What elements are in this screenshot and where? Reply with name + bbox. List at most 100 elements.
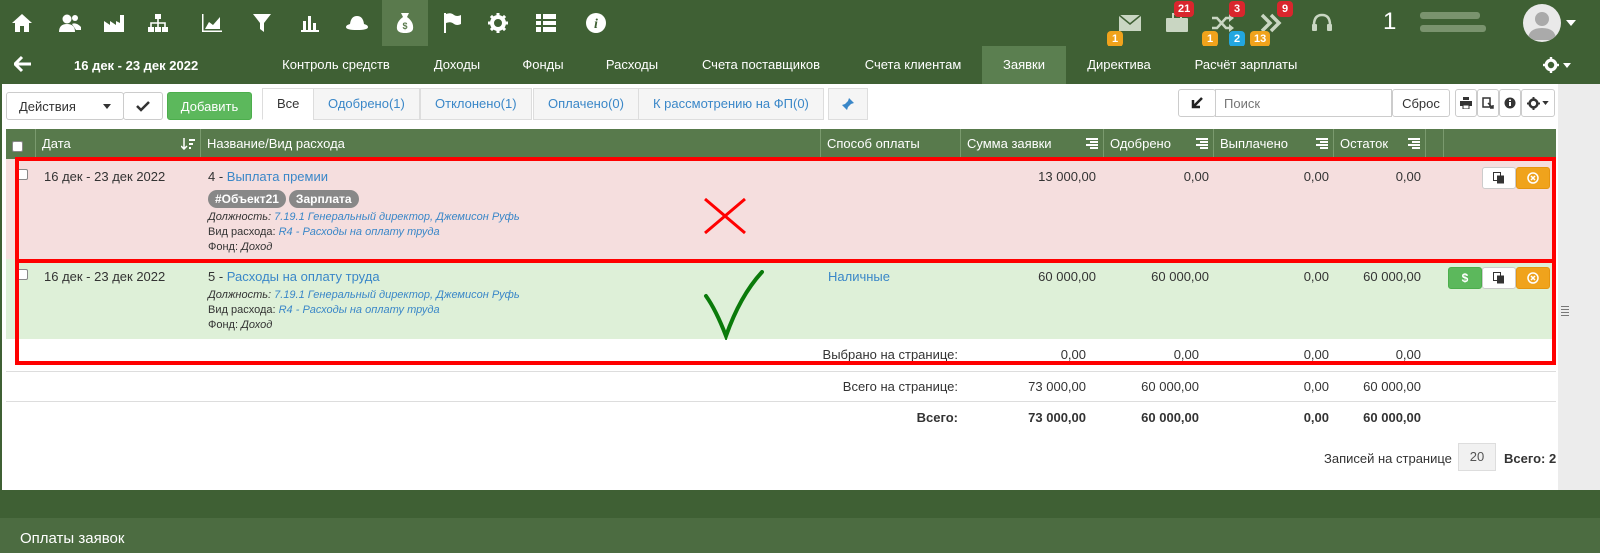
expense-type-link[interactable]: R4 - Расходы на оплату труда xyxy=(279,304,440,316)
forward-badge: 9 xyxy=(1277,1,1293,17)
filter-tab-all[interactable]: Все xyxy=(262,88,315,120)
section-title: Оплаты заявок xyxy=(20,530,125,547)
actions-dropdown[interactable]: Действия xyxy=(6,92,124,120)
svg-text:$: $ xyxy=(402,21,407,31)
row-payment[interactable]: Наличные xyxy=(828,269,890,284)
tab-funds[interactable]: Фонды xyxy=(506,46,580,84)
table-row[interactable]: 16 дек - 23 дек 2022 4 - Выплата премии … xyxy=(6,159,1556,259)
table-row[interactable]: 16 дек - 23 дек 2022 5 - Расходы на опла… xyxy=(6,259,1556,339)
row-sum: 13 000,00 xyxy=(1038,169,1096,184)
row-checkbox[interactable] xyxy=(17,269,28,280)
print-button[interactable] xyxy=(1455,89,1477,117)
row-title-link[interactable]: Выплата премии xyxy=(227,169,328,184)
factory-icon[interactable] xyxy=(94,0,134,46)
svg-text:i: i xyxy=(594,17,598,32)
col-date[interactable]: Дата xyxy=(36,129,201,159)
headset-icon[interactable] xyxy=(1307,0,1337,46)
users-icon[interactable] xyxy=(50,0,90,46)
row-checkbox[interactable] xyxy=(17,169,28,180)
copy-icon xyxy=(1493,172,1504,184)
tag-object[interactable]: #Объект21 xyxy=(208,190,286,208)
row-title-link[interactable]: Расходы на оплату труда xyxy=(227,269,380,284)
grand-total-paid: 0,00 xyxy=(1303,410,1329,425)
filter-tab-pin[interactable] xyxy=(828,88,868,120)
selected-remainder: 0,00 xyxy=(1395,347,1421,362)
cancel-button[interactable] xyxy=(1516,167,1550,189)
cancel-circle-icon xyxy=(1527,172,1539,184)
tab-client-invoices[interactable]: Счета клиентам xyxy=(848,46,978,84)
collapse-button[interactable] xyxy=(1178,89,1216,117)
filter-tab-paid[interactable]: Оплачено(0) xyxy=(533,88,639,120)
select-all-checkbox[interactable] xyxy=(12,141,23,152)
payments-section-header[interactable]: Оплаты заявок xyxy=(0,518,1600,553)
tab-requests[interactable]: Заявки xyxy=(982,46,1066,84)
tab-directive[interactable]: Директива xyxy=(1072,46,1166,84)
col-name[interactable]: Название/Вид расхода xyxy=(201,129,821,159)
back-arrow-icon[interactable] xyxy=(14,55,32,73)
flag-icon[interactable] xyxy=(432,0,472,46)
settings-menu[interactable] xyxy=(1543,57,1571,73)
position-link[interactable]: 7.19.1 Генеральный директор, Джемисон Ру… xyxy=(274,289,520,301)
col-payment[interactable]: Способ оплаты xyxy=(821,129,961,159)
section-navbar: 16 дек - 23 дек 2022 Контроль средств До… xyxy=(0,46,1600,84)
col-sum[interactable]: Сумма заявки xyxy=(961,129,1104,159)
column-menu-icon[interactable] xyxy=(1316,138,1328,149)
tab-funds-control[interactable]: Контроль средств xyxy=(266,46,406,84)
avatar[interactable] xyxy=(1523,4,1561,42)
date-range[interactable]: 16 дек - 23 дек 2022 xyxy=(74,58,198,73)
position-link[interactable]: 7.19.1 Генеральный директор, Джемисон Ру… xyxy=(274,211,520,223)
per-page-label: Записей на странице xyxy=(1324,451,1452,466)
home-icon[interactable] xyxy=(2,0,42,46)
chevron-down-icon xyxy=(1563,62,1571,68)
area-chart-icon[interactable] xyxy=(192,0,232,46)
red-cross-annotation-icon xyxy=(704,197,746,235)
select-all-cell xyxy=(6,129,36,159)
briefcase-badge: 21 xyxy=(1174,1,1195,17)
bar-chart-icon[interactable] xyxy=(290,0,330,46)
chevron-down-icon[interactable] xyxy=(1566,20,1576,26)
sitemap-icon[interactable] xyxy=(138,0,178,46)
filter-icon[interactable] xyxy=(242,0,282,46)
cancel-button[interactable] xyxy=(1516,267,1550,289)
resize-grip-icon[interactable] xyxy=(1561,306,1569,318)
column-menu-icon[interactable] xyxy=(1408,138,1420,149)
column-menu-icon[interactable] xyxy=(1086,138,1098,149)
pay-button[interactable]: $ xyxy=(1448,267,1482,289)
tab-income[interactable]: Доходы xyxy=(416,46,498,84)
gear-icon[interactable] xyxy=(478,0,518,46)
copy-button[interactable] xyxy=(1482,267,1516,289)
table-settings-button[interactable] xyxy=(1521,89,1555,117)
confirm-button[interactable] xyxy=(123,92,163,120)
row-remainder: 60 000,00 xyxy=(1363,269,1421,284)
info-button[interactable] xyxy=(1499,89,1521,117)
row-number: 5 - xyxy=(208,269,227,284)
money-bag-icon[interactable]: $ xyxy=(382,0,428,46)
add-button[interactable]: Добавить xyxy=(167,92,252,120)
grand-total-approved: 60 000,00 xyxy=(1141,410,1199,425)
filter-tab-rejected[interactable]: Отклонено(1) xyxy=(420,88,532,120)
filter-tab-fp-review[interactable]: К рассмотрению на ФП(0) xyxy=(638,88,824,120)
reset-button[interactable]: Сброс xyxy=(1392,89,1450,117)
expense-type-link[interactable]: R4 - Расходы на оплату труда xyxy=(279,226,440,238)
col-spacer xyxy=(1426,129,1444,159)
export-button[interactable] xyxy=(1477,89,1499,117)
copy-button[interactable] xyxy=(1482,167,1516,189)
row-sum: 60 000,00 xyxy=(1038,269,1096,284)
tab-supplier-invoices[interactable]: Счета поставщиков xyxy=(684,46,838,84)
page-total-paid: 0,00 xyxy=(1303,379,1329,394)
info-icon[interactable]: i xyxy=(576,0,616,46)
row-date: 16 дек - 23 дек 2022 xyxy=(44,269,166,284)
right-strip xyxy=(1558,84,1600,490)
tab-expenses[interactable]: Расходы xyxy=(590,46,674,84)
tag-salary[interactable]: Зарплата xyxy=(288,190,359,208)
tab-payroll[interactable]: Расчёт зарплаты xyxy=(1176,46,1316,84)
row-paid: 0,00 xyxy=(1303,269,1329,284)
search-input[interactable] xyxy=(1215,89,1392,117)
hat-icon[interactable] xyxy=(337,0,377,46)
filter-tab-approved[interactable]: Одобрено(1) xyxy=(313,88,420,120)
grand-total-remainder: 60 000,00 xyxy=(1363,410,1421,425)
sort-icon[interactable] xyxy=(181,138,195,150)
list-icon[interactable] xyxy=(526,0,566,46)
per-page-select[interactable]: 20 xyxy=(1458,443,1496,471)
column-menu-icon[interactable] xyxy=(1196,138,1208,149)
